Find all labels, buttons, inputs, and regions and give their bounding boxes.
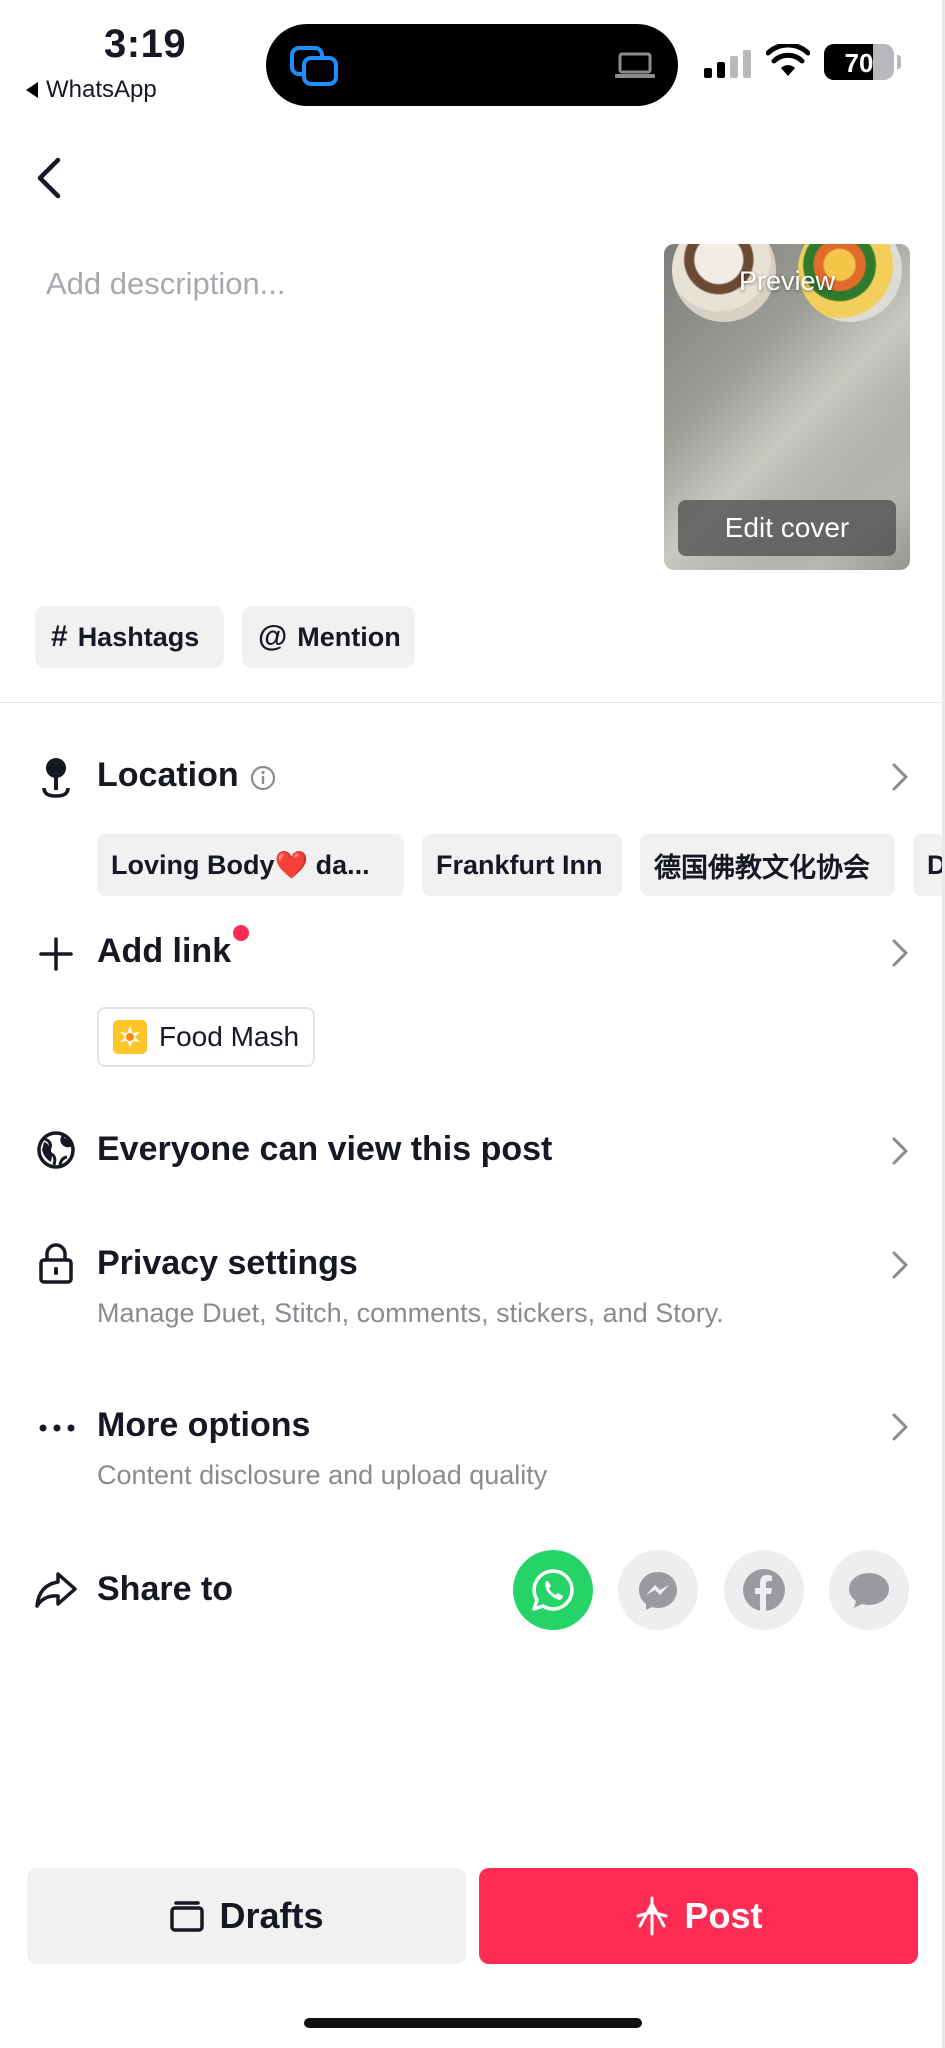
wifi-icon <box>766 44 810 76</box>
screen-mirroring-icon <box>290 46 338 86</box>
add-link-title[interactable]: Add link <box>97 932 231 971</box>
back-to-app-link[interactable]: WhatsApp <box>26 76 157 104</box>
laptop-icon <box>615 52 655 78</box>
location-suggestion[interactable]: D <box>913 834 945 896</box>
food-mash-link-chip[interactable]: Food Mash <box>97 1007 316 1067</box>
more-horizontal-icon <box>39 1424 75 1432</box>
location-suggestion[interactable]: Loving Body❤️ da... <box>97 834 404 896</box>
battery-tip <box>897 55 901 69</box>
chevron-right-icon <box>892 763 908 791</box>
location-title[interactable]: Location <box>97 756 239 795</box>
dynamic-island <box>266 24 678 106</box>
drafts-icon <box>170 1901 205 1932</box>
privacy-chevron-right-icon[interactable] <box>888 1248 912 1282</box>
chevron-right-icon <box>892 1137 908 1165</box>
add-link-chevron-right-icon[interactable] <box>888 936 912 970</box>
cellular-signal-icon <box>704 50 751 78</box>
status-time: 3:19 <box>104 22 187 66</box>
chevron-right-icon <box>892 1251 908 1279</box>
location-pin-icon <box>42 758 70 798</box>
hashtags-button[interactable]: # Hashtags <box>35 606 224 668</box>
back-app-label: WhatsApp <box>46 76 157 103</box>
divider <box>0 702 945 703</box>
hashtag-icon: # <box>51 620 68 653</box>
sparkle-icon <box>636 1896 668 1936</box>
share-whatsapp-button[interactable] <box>513 1550 593 1630</box>
back-triangle-icon <box>26 82 38 98</box>
chevron-right-icon <box>892 1413 908 1441</box>
drafts-label: Drafts <box>219 1895 324 1936</box>
share-facebook-button[interactable] <box>724 1550 804 1630</box>
privacy-settings-subtitle: Manage Duet, Stitch, comments, stickers,… <box>97 1298 724 1328</box>
privacy-settings-title[interactable]: Privacy settings <box>97 1244 358 1283</box>
info-icon[interactable] <box>249 764 277 792</box>
home-indicator[interactable] <box>304 2018 642 2028</box>
facebook-icon <box>743 1569 785 1611</box>
visibility-title[interactable]: Everyone can view this post <box>97 1130 552 1169</box>
mention-button[interactable]: @ Mention <box>242 606 415 668</box>
more-options-chevron-right-icon[interactable] <box>888 1410 912 1444</box>
message-icon <box>849 1573 889 1608</box>
notification-dot <box>233 925 249 941</box>
share-message-button[interactable] <box>829 1550 909 1630</box>
battery-indicator: 70 <box>824 44 894 80</box>
back-button[interactable] <box>24 150 74 206</box>
share-arrow-icon <box>35 1572 77 1608</box>
food-mash-logo-icon <box>113 1020 147 1054</box>
globe-icon <box>37 1131 75 1169</box>
food-mash-label: Food Mash <box>159 1021 300 1052</box>
share-to-title: Share to <box>97 1570 234 1608</box>
location-suggestion[interactable]: 德国佛教文化协会 <box>640 834 895 896</box>
more-options-title[interactable]: More options <box>97 1406 310 1445</box>
location-chevron-right-icon[interactable] <box>888 760 912 794</box>
preview-label[interactable]: Preview <box>664 266 910 297</box>
chevron-left-icon <box>37 157 61 199</box>
lock-icon <box>39 1243 73 1284</box>
at-icon: @ <box>258 620 288 653</box>
plus-icon <box>39 937 73 971</box>
chevron-right-icon <box>892 939 908 967</box>
share-messenger-button[interactable] <box>618 1550 698 1630</box>
more-options-subtitle: Content disclosure and upload quality <box>97 1460 548 1490</box>
whatsapp-icon <box>532 1569 574 1611</box>
visibility-chevron-right-icon[interactable] <box>888 1134 912 1168</box>
location-suggestion[interactable]: Frankfurt Inn <box>422 834 622 896</box>
hashtags-label: Hashtags <box>77 621 200 652</box>
battery-percent: 70 <box>844 48 874 78</box>
messenger-icon <box>639 1572 677 1610</box>
edit-cover-button[interactable]: Edit cover <box>678 500 896 556</box>
drafts-button[interactable]: Drafts <box>27 1868 466 1964</box>
cover-thumbnail[interactable]: Preview Edit cover <box>664 244 910 570</box>
post-button[interactable]: Post <box>479 1868 918 1964</box>
post-label: Post <box>684 1895 763 1936</box>
mention-label: Mention <box>297 621 401 652</box>
description-input[interactable] <box>46 254 606 314</box>
